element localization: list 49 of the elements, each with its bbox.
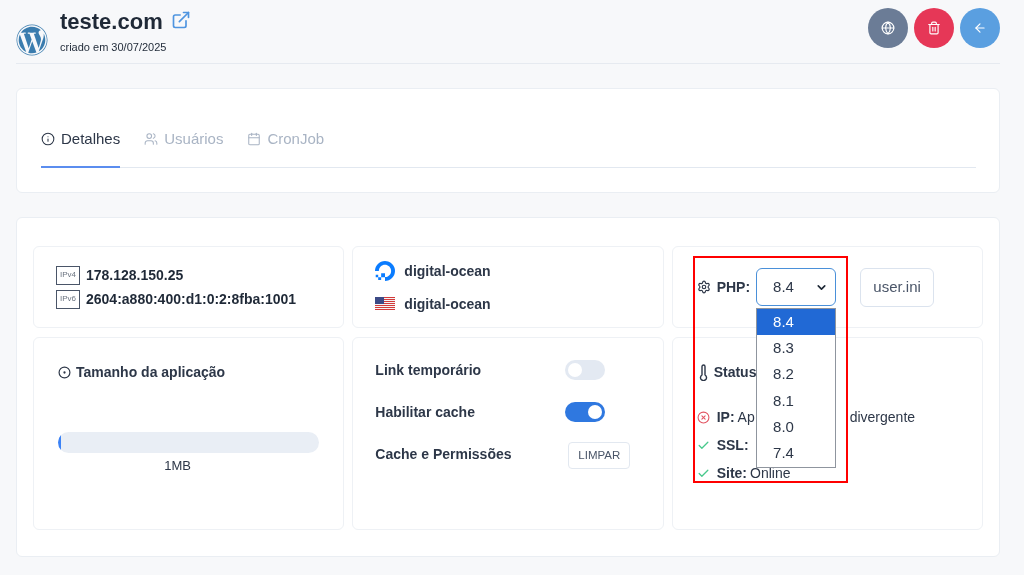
provider-logo-icon (375, 260, 396, 281)
toggle-switch[interactable] (565, 402, 606, 422)
setting-label: Habilitar cache (375, 403, 476, 422)
ip-version-tag: IPv4 (56, 265, 80, 285)
php-label: PHP: (716, 278, 751, 297)
back-button[interactable] (960, 8, 1000, 48)
setting-label: Cache e Permissões (375, 445, 513, 464)
users-icon (144, 132, 159, 146)
created-date: criado em 30/07/2025 (60, 40, 168, 54)
trash-icon (927, 21, 941, 35)
status-value: divergente (849, 408, 916, 427)
status-label: IP: (716, 408, 735, 427)
ip-address: 178.128.150.25 (86, 266, 184, 284)
php-version-option[interactable]: 8.1 (757, 387, 836, 415)
clear-button[interactable]: LIMPAR (568, 442, 631, 469)
site-title: teste.com (60, 8, 163, 36)
php-version-option[interactable]: 8.0 (757, 414, 836, 441)
flag-icon (375, 297, 396, 310)
tab[interactable]: Detalhes (41, 113, 121, 168)
delete-button[interactable] (914, 8, 954, 48)
settings-icon (696, 280, 711, 294)
hosting-label: digital-ocean (404, 261, 491, 281)
wordpress-logo-icon (16, 24, 48, 56)
globe-icon (881, 21, 895, 35)
setting-label: Link temporário (375, 361, 483, 380)
calendar-icon (247, 132, 262, 146)
user-ini-button[interactable]: user.ini (860, 267, 935, 307)
status-value: Ap (737, 408, 755, 427)
php-version-option[interactable]: 7.4 (757, 440, 836, 467)
ip-address: 2604:a880:400:d1:0:2:8fba:1001 (86, 290, 297, 308)
external-link-icon[interactable] (170, 10, 191, 30)
php-version-option[interactable]: 8.2 (757, 361, 836, 388)
status-value: Online (750, 464, 791, 483)
status-title: Status (713, 363, 757, 382)
toggle-switch[interactable] (565, 360, 606, 380)
thermometer-icon (698, 363, 708, 381)
php-version-option[interactable]: 8.4 (757, 309, 836, 336)
arrow-left-icon (973, 21, 987, 35)
app-size-title: Tamanho da aplicação (76, 363, 226, 382)
php-version-option[interactable]: 8.3 (757, 335, 836, 362)
status-label: Site: (716, 464, 747, 483)
status-label: SSL: (716, 436, 749, 455)
ip-version-tag: IPv6 (56, 289, 80, 309)
hosting-label: digital-ocean (404, 294, 491, 314)
app-size-reading: 1MB (164, 458, 192, 474)
info-icon (41, 132, 55, 146)
globe-button[interactable] (868, 8, 908, 48)
disc-icon (58, 365, 71, 379)
php-version-select[interactable]: 8.4 (756, 268, 837, 306)
